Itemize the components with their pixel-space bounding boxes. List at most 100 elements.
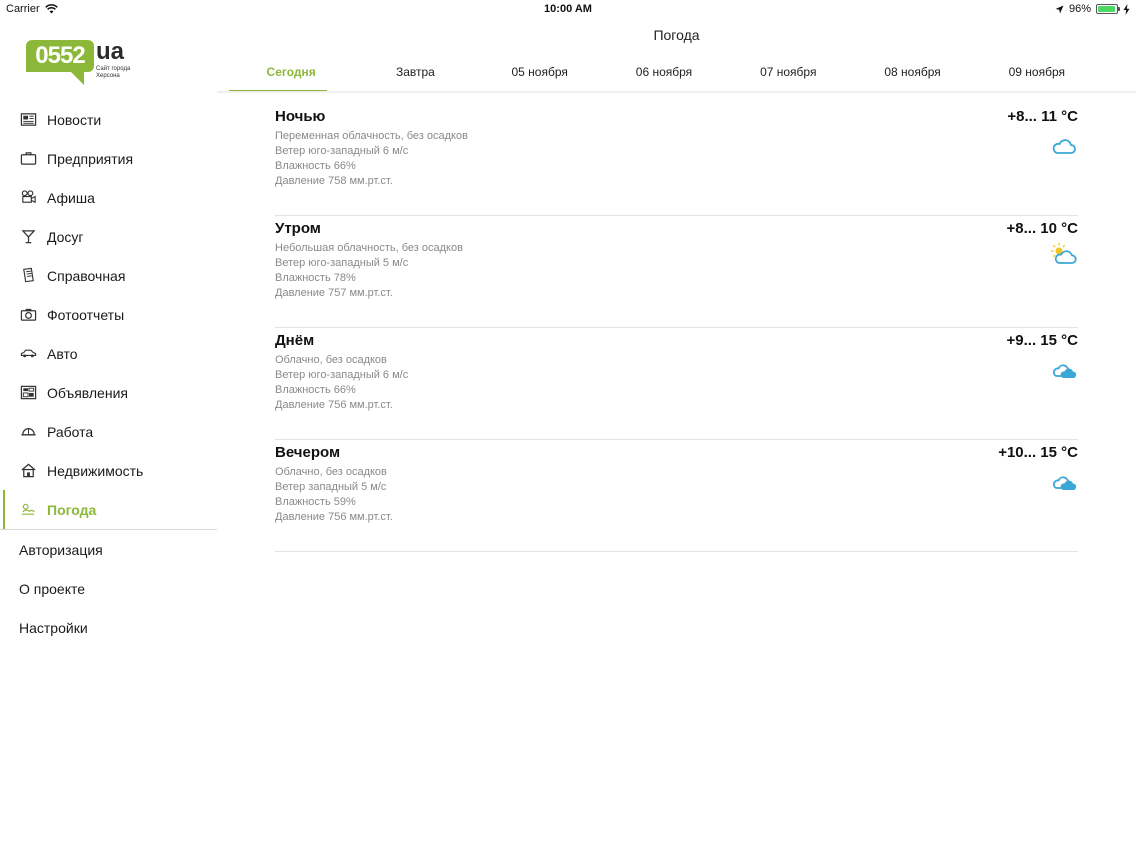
temperature-range: +8... 10 °C (1006, 220, 1078, 237)
sidebar-item-events[interactable]: Афиша (0, 178, 217, 217)
pressure-text: Давление 756 мм.рт.ст. (275, 399, 393, 411)
sidebar-item-label: Досуг (47, 228, 84, 245)
status-time: 10:00 AM (544, 3, 592, 15)
humidity-text: Влажность 66% (275, 160, 356, 172)
logo-domain: ua (96, 38, 125, 65)
sidebar-item-label: Новости (47, 111, 102, 128)
forecast-list: Ночью Переменная облачность, без осадков… (275, 104, 1078, 552)
forecast-details: Облачно, без осадков Ветер западный 5 м/… (275, 465, 393, 525)
wind-text: Ветер западный 5 м/с (275, 481, 387, 493)
page-title: Погода (653, 27, 700, 43)
humidity-text: Влажность 59% (275, 496, 356, 508)
car-icon (19, 345, 37, 363)
forecast-row-day: Днём Облачно, без осадков Ветер юго-запа… (275, 328, 1078, 440)
sidebar-item-label: Афиша (47, 189, 95, 206)
condition-text: Небольшая облачность, без осадков (275, 242, 463, 254)
battery-percent: 96% (1068, 3, 1091, 15)
site-logo[interactable]: 0552 ua Сайт города Херсона (26, 38, 136, 88)
sidebar-item-real-estate[interactable]: Недвижимость (0, 451, 217, 490)
sidebar-item-label: Настройки (19, 619, 88, 636)
forecast-row-evening: Вечером Облачно, без осадков Ветер запад… (275, 440, 1078, 552)
forecast-details: Небольшая облачность, без осадков Ветер … (275, 241, 463, 301)
pressure-text: Давление 756 мм.рт.ст. (275, 511, 393, 523)
tab-tomorrow[interactable]: Завтра (353, 62, 477, 92)
tab-today[interactable]: Сегодня (229, 62, 353, 92)
temperature-range: +8... 11 °C (1007, 108, 1078, 125)
tab-date[interactable]: 09 ноября (975, 62, 1099, 92)
humidity-text: Влажность 66% (275, 384, 356, 396)
sidebar-item-about[interactable]: О проекте (0, 569, 217, 608)
battery-level (1098, 6, 1116, 12)
sidebar-item-label: Предприятия (47, 150, 134, 167)
forecast-details: Облачно, без осадков Ветер юго-западный … (275, 353, 408, 413)
period-label: Утром (275, 220, 321, 237)
sidebar: 0552 ua Сайт города Херсона Новости Пред… (0, 18, 217, 852)
tab-date[interactable]: 05 ноября (478, 62, 602, 92)
temperature-range: +9... 15 °C (1006, 332, 1078, 349)
sidebar-item-directory[interactable]: Справочная (0, 256, 217, 295)
wind-text: Ветер юго-западный 5 м/с (275, 257, 409, 269)
pressure-text: Давление 757 мм.рт.ст. (275, 287, 393, 299)
tab-date[interactable]: 08 ноября (850, 62, 974, 92)
hard-hat-icon (19, 423, 37, 441)
house-icon (19, 462, 37, 480)
tab-date[interactable]: 06 ноября (602, 62, 726, 92)
weather-icon (19, 501, 37, 519)
clouds-icon (1052, 364, 1077, 378)
logo-bubble-tail (70, 71, 84, 85)
logo-number: 0552 (26, 40, 94, 72)
status-bar: Carrier 10:00 AM 96% (0, 0, 1136, 18)
tabs-separator (217, 91, 1136, 94)
newspaper-icon (19, 111, 37, 129)
sidebar-item-news[interactable]: Новости (0, 100, 217, 139)
book-icon (19, 267, 37, 285)
date-tabs: Сегодня Завтра 05 ноября 06 ноября 07 но… (229, 62, 1099, 92)
logo-tagline: Сайт города Херсона (96, 66, 131, 79)
cloud-outline-icon (1052, 139, 1076, 154)
sidebar-item-login[interactable]: Авторизация (0, 530, 217, 569)
sidebar-item-label: Справочная (47, 267, 126, 284)
wind-text: Ветер юго-западный 6 м/с (275, 369, 409, 381)
sidebar-item-label: Объявления (47, 384, 128, 401)
clouds-icon (1052, 476, 1077, 490)
sidebar-item-photo-reports[interactable]: Фотоотчеты (0, 295, 217, 334)
main-menu: Новости Предприятия Афиша Досуг Справочн… (0, 100, 217, 529)
pressure-text: Давление 758 мм.рт.ст. (275, 175, 393, 187)
condition-text: Переменная облачность, без осадков (275, 130, 468, 142)
temperature-range: +10... 15 °C (998, 444, 1078, 461)
tab-date[interactable]: 07 ноября (726, 62, 850, 92)
sidebar-item-leisure[interactable]: Досуг (0, 217, 217, 256)
wind-text: Ветер юго-западный 6 м/с (275, 145, 409, 157)
cocktail-icon (19, 228, 37, 246)
sidebar-item-label: Фотоотчеты (47, 306, 125, 323)
sidebar-divider (0, 529, 217, 530)
sidebar-item-jobs[interactable]: Работа (0, 412, 217, 451)
sidebar-item-label: Недвижимость (47, 462, 144, 479)
secondary-menu: Авторизация О проекте Настройки (0, 530, 217, 647)
forecast-details: Переменная облачность, без осадков Ветер… (275, 129, 468, 189)
main-content: Погода Сегодня Завтра 05 ноября 06 ноябр… (217, 18, 1136, 852)
sidebar-item-settings[interactable]: Настройки (0, 608, 217, 647)
sidebar-item-label: О проекте (19, 580, 86, 597)
sidebar-item-weather[interactable]: Погода (0, 490, 217, 529)
period-label: Ночью (275, 108, 326, 125)
sidebar-item-classifieds[interactable]: Объявления (0, 373, 217, 412)
sidebar-item-label: Работа (47, 423, 94, 440)
forecast-row-night: Ночью Переменная облачность, без осадков… (275, 104, 1078, 216)
forecast-row-morning: Утром Небольшая облачность, без осадков … (275, 216, 1078, 328)
movie-camera-icon (19, 189, 37, 207)
battery-icon (1096, 4, 1120, 14)
condition-text: Облачно, без осадков (275, 466, 387, 478)
location-arrow-icon (1055, 5, 1064, 13)
camera-icon (19, 306, 37, 324)
sidebar-item-label: Погода (47, 501, 97, 518)
humidity-text: Влажность 78% (275, 272, 356, 284)
sun-cloud-icon (1051, 243, 1077, 264)
status-right: 96% (1055, 3, 1130, 15)
period-label: Днём (275, 332, 315, 349)
sidebar-item-label: Авторизация (19, 541, 103, 558)
sidebar-item-companies[interactable]: Предприятия (0, 139, 217, 178)
sidebar-item-auto[interactable]: Авто (0, 334, 217, 373)
charging-bolt-icon (1123, 3, 1130, 15)
period-label: Вечером (275, 444, 341, 461)
